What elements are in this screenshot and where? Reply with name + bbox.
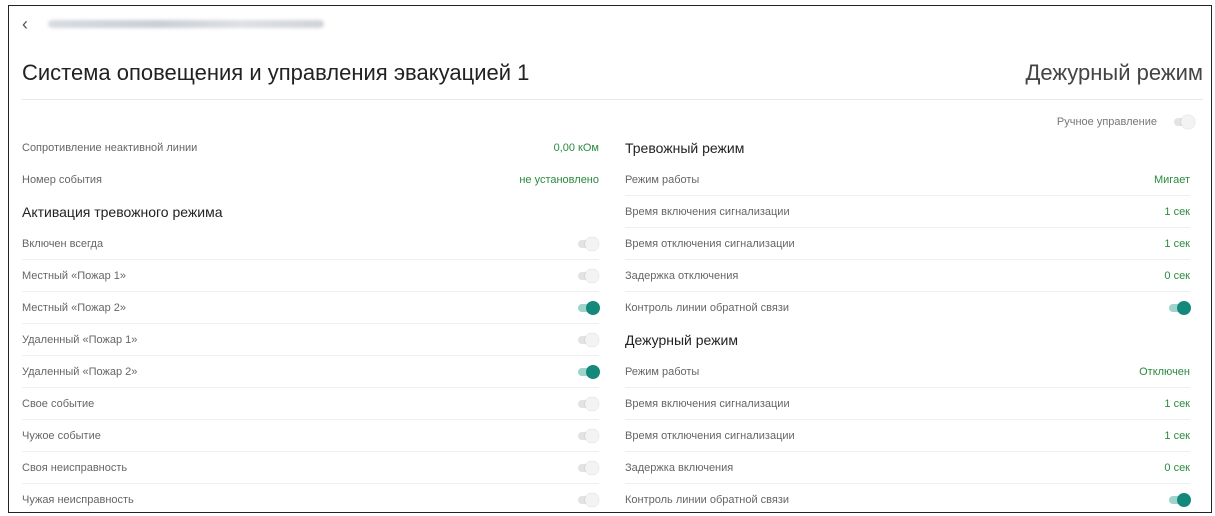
duty-feedback-toggle[interactable] <box>1166 493 1191 507</box>
own-fault-toggle[interactable] <box>575 460 599 475</box>
foreign-event-toggle[interactable] <box>575 428 599 443</box>
toggle-label: Удаленный «Пожар 1» <box>22 333 138 346</box>
breadcrumb-path-blurred[interactable] <box>48 20 324 28</box>
remote-fire-1-toggle[interactable] <box>575 332 599 347</box>
alarm-off-delay-row: Задержка отключения 0 сек <box>625 260 1190 292</box>
divider <box>22 99 1203 100</box>
alarm-mode-row: Режим работы Мигает <box>625 164 1190 196</box>
duty-mode-value[interactable]: Отключен <box>1139 366 1190 378</box>
event-number-label: Номер события <box>22 174 103 186</box>
chevron-left-icon[interactable]: ‹ <box>22 15 40 33</box>
alarm-mode-label: Режим работы <box>625 173 700 186</box>
alarm-on-time-label: Время включения сигнализации <box>625 205 790 218</box>
title-row: Система оповещения и управления эвакуаци… <box>22 60 1203 94</box>
alarm-off-time-label: Время отключения сигнализации <box>625 237 795 250</box>
alarm-off-time-row: Время отключения сигнализации 1 сек <box>625 228 1190 260</box>
duty-on-time-row: Время включения сигнализации 1 сек <box>625 388 1190 420</box>
duty-on-delay-value[interactable]: 0 сек <box>1164 462 1190 474</box>
alarm-section-title: Тревожный режим <box>625 140 745 156</box>
toggle-label: Своя неисправность <box>22 461 128 474</box>
toggle-row-remote-fire-2: Удаленный «Пожар 2» <box>22 356 600 388</box>
event-number-row: Номер события не установлено <box>22 164 599 196</box>
duty-section-title: Дежурный режим <box>625 332 738 348</box>
manual-control-toggle[interactable] <box>1171 115 1195 129</box>
duty-on-delay-label: Задержка включения <box>625 461 734 474</box>
duty-on-time-label: Время включения сигнализации <box>625 397 790 410</box>
foreign-fault-toggle[interactable] <box>575 493 599 507</box>
toggle-label: Включен всегда <box>22 237 104 250</box>
alarm-feedback-label: Контроль линии обратной связи <box>625 302 790 314</box>
duty-feedback-row: Контроль линии обратной связи <box>625 484 1191 516</box>
toggle-row-own-event: Свое событие <box>22 388 599 420</box>
duty-on-time-value[interactable]: 1 сек <box>1164 398 1190 410</box>
alarm-mode-value[interactable]: Мигает <box>1154 174 1190 186</box>
breadcrumb: ‹ <box>22 14 324 34</box>
left-column: Сопротивление неактивной линии 0,00 кОм … <box>22 132 600 516</box>
manual-control-label: Ручное управление <box>1056 116 1157 128</box>
duty-off-time-label: Время отключения сигнализации <box>625 429 795 442</box>
toggle-row-foreign-event: Чужое событие <box>22 420 599 452</box>
duty-mode-row: Режим работы Отключен <box>625 356 1190 388</box>
alarm-on-time-value[interactable]: 1 сек <box>1164 206 1190 218</box>
always-on-toggle[interactable] <box>575 236 599 251</box>
inactive-line-resistance-label: Сопротивление неактивной линии <box>22 142 198 154</box>
alarm-off-delay-value[interactable]: 0 сек <box>1164 270 1190 282</box>
alarm-feedback-toggle[interactable] <box>1166 301 1191 315</box>
duty-on-delay-row: Задержка включения 0 сек <box>625 452 1190 484</box>
local-fire-2-toggle[interactable] <box>575 300 600 315</box>
toggle-label: Местный «Пожар 1» <box>22 269 127 282</box>
toggle-row-remote-fire-1: Удаленный «Пожар 1» <box>22 324 599 356</box>
duty-feedback-label: Контроль линии обратной связи <box>625 494 790 506</box>
right-column: Тревожный режим Режим работы Мигает Врем… <box>625 132 1191 516</box>
toggle-label: Чужое событие <box>22 429 101 442</box>
local-fire-1-toggle[interactable] <box>575 268 599 283</box>
toggle-label: Местный «Пожар 2» <box>22 301 127 314</box>
own-event-toggle[interactable] <box>575 396 599 411</box>
alarm-off-delay-label: Задержка отключения <box>625 269 739 282</box>
mode-title: Дежурный режим <box>1025 60 1203 85</box>
manual-control: Ручное управление <box>1057 115 1195 129</box>
inactive-line-resistance-value[interactable]: 0,00 кОм <box>554 142 599 154</box>
toggle-row-own-fault: Своя неисправность <box>22 452 599 484</box>
page-title: Система оповещения и управления эвакуаци… <box>22 60 530 85</box>
alarm-feedback-row: Контроль линии обратной связи <box>625 292 1191 324</box>
toggle-label: Свое событие <box>22 397 95 410</box>
toggle-label: Удаленный «Пожар 2» <box>22 365 138 378</box>
toggle-row-always-on: Включен всегда <box>22 228 599 260</box>
duty-off-time-value[interactable]: 1 сек <box>1164 430 1190 442</box>
remote-fire-2-toggle[interactable] <box>575 364 600 379</box>
toggle-row-foreign-fault: Чужая неисправность <box>22 484 599 516</box>
event-number-value[interactable]: не установлено <box>519 174 599 186</box>
toggle-label: Чужая неисправность <box>22 494 134 506</box>
alarm-on-time-row: Время включения сигнализации 1 сек <box>625 196 1190 228</box>
toggle-row-local-fire-1: Местный «Пожар 1» <box>22 260 599 292</box>
alarm-off-time-value[interactable]: 1 сек <box>1164 238 1190 250</box>
toggle-row-local-fire-2: Местный «Пожар 2» <box>22 292 600 324</box>
duty-mode-label: Режим работы <box>625 365 700 378</box>
activation-section-title: Активация тревожного режима <box>22 204 223 220</box>
inactive-line-resistance-row: Сопротивление неактивной линии 0,00 кОм <box>22 132 599 164</box>
duty-off-time-row: Время отключения сигнализации 1 сек <box>625 420 1190 452</box>
